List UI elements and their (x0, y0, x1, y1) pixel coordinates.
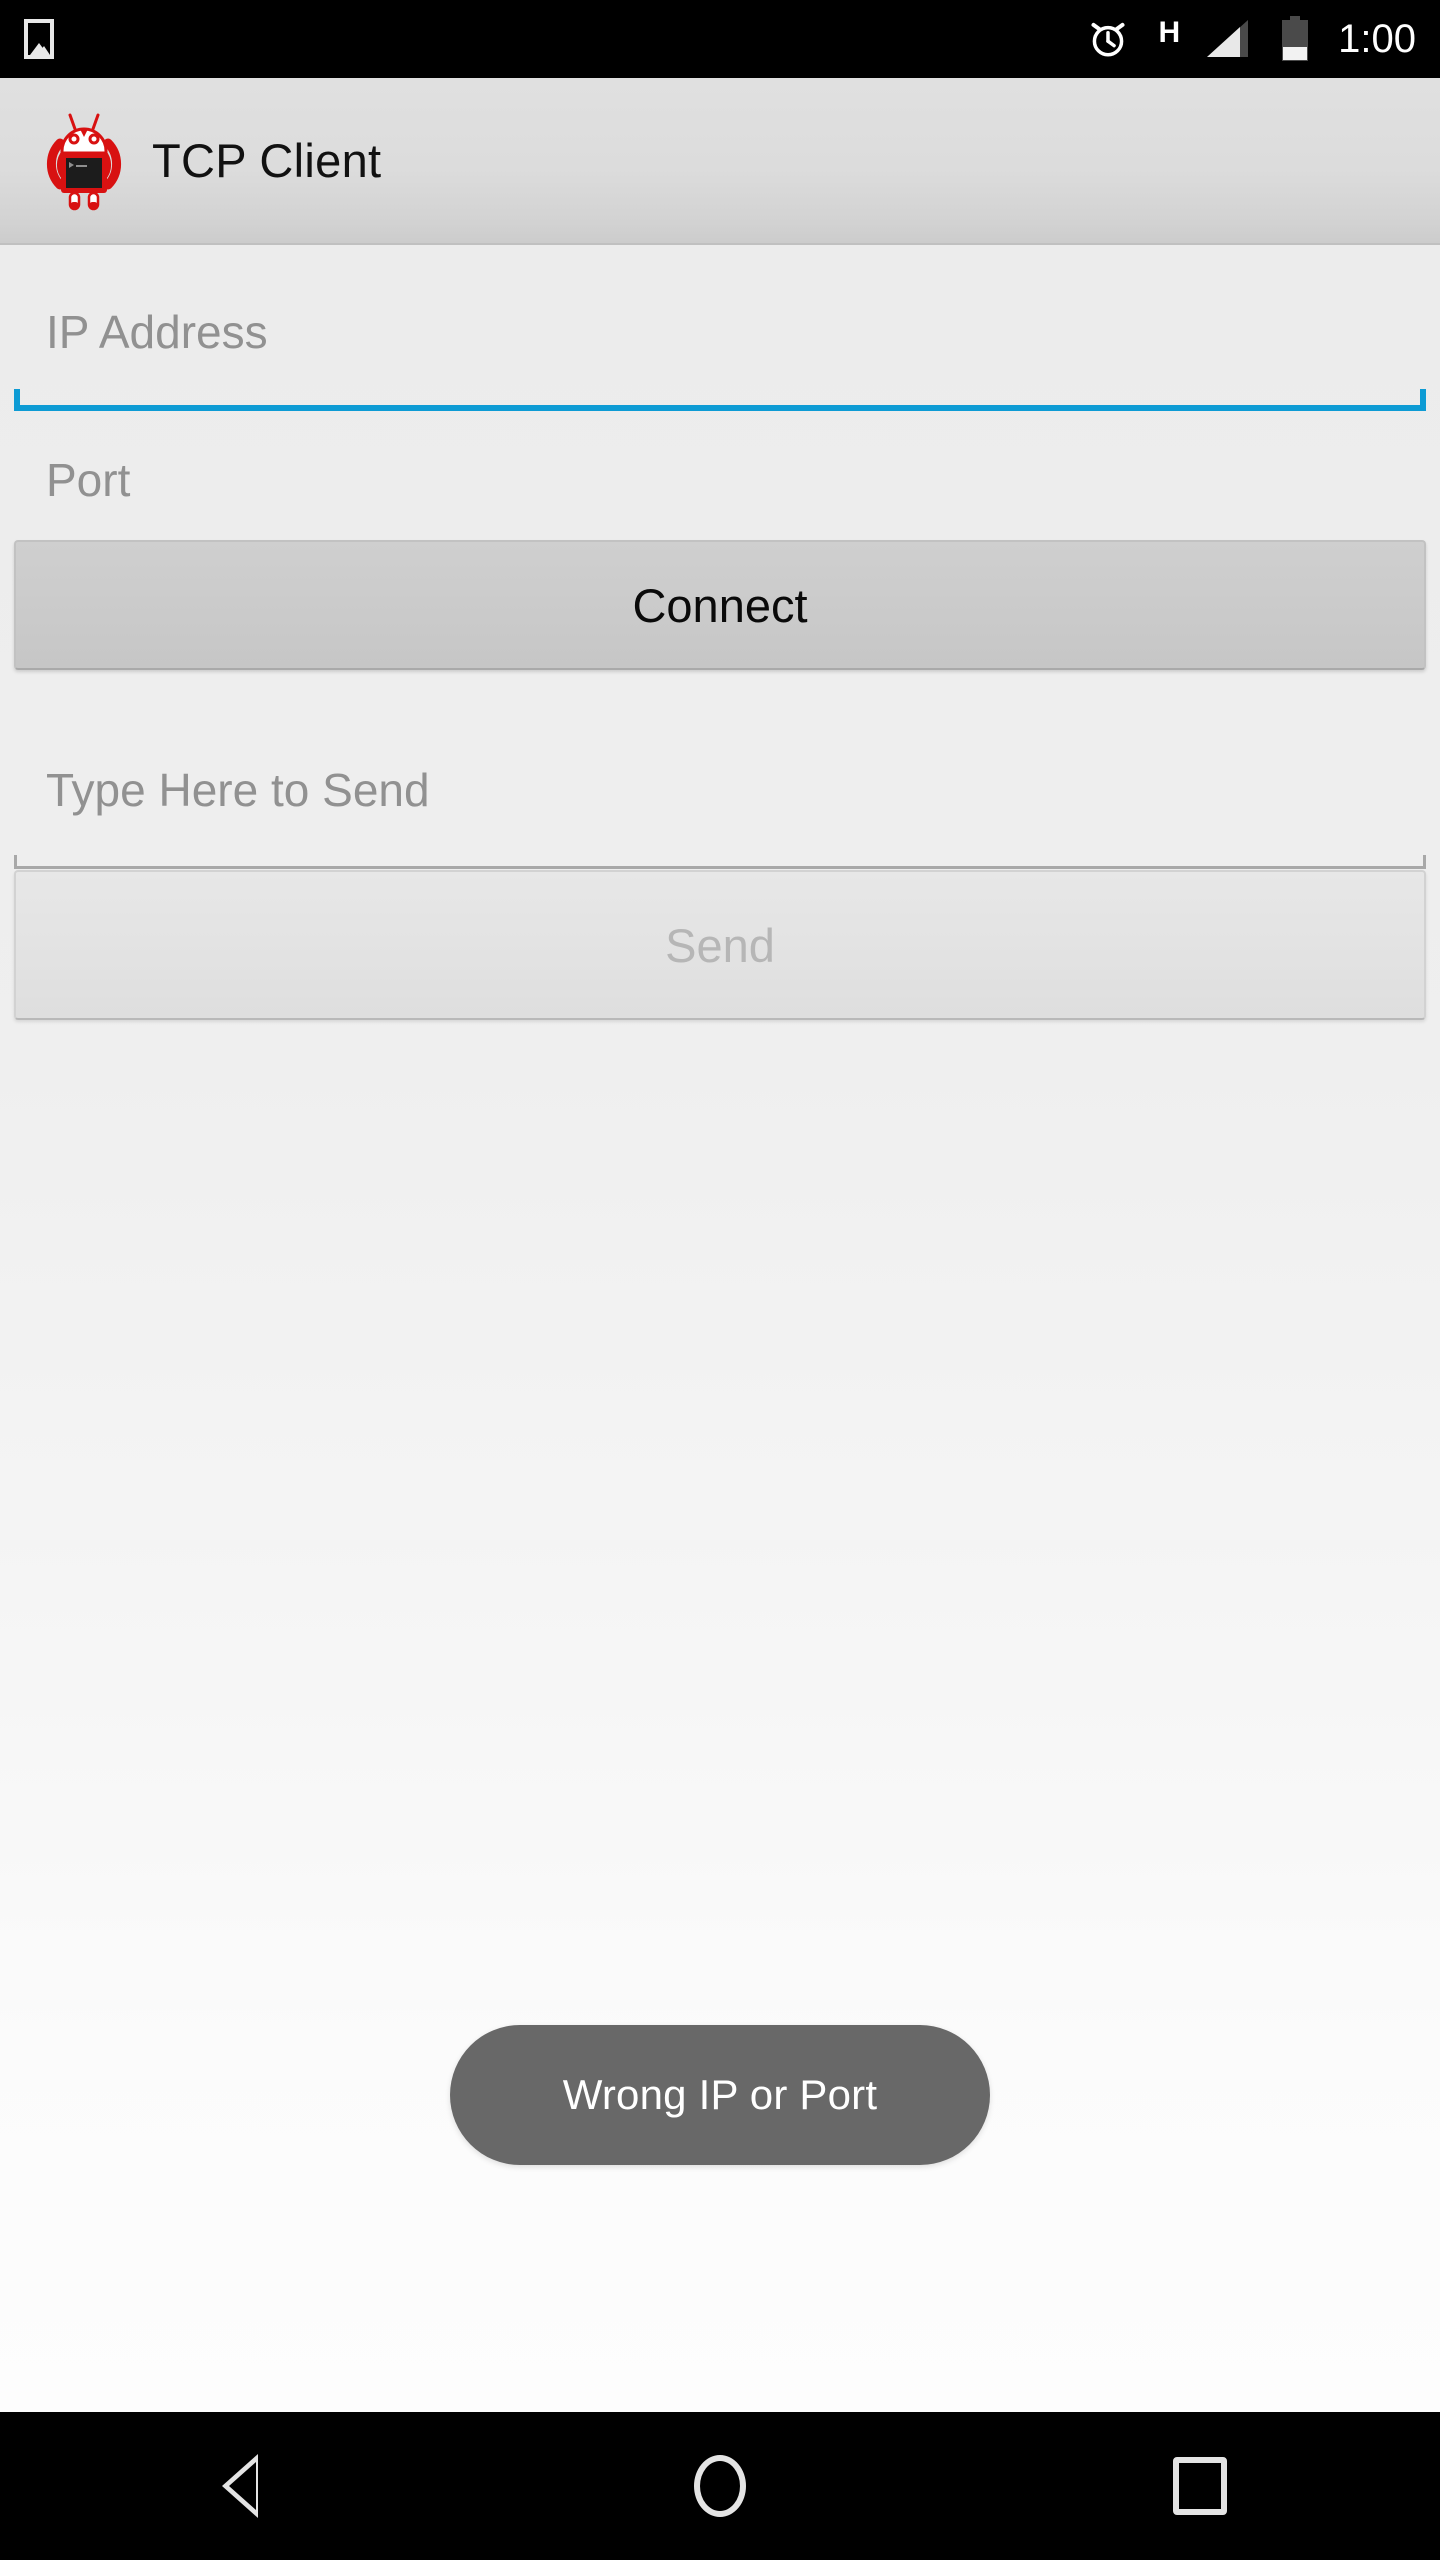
navigation-bar (0, 2412, 1440, 2560)
connect-button-label: Connect (632, 578, 808, 632)
phone-screen: H 1:00 TCP Client IP Address Port Connec… (0, 0, 1440, 2560)
back-icon (222, 2454, 258, 2518)
ip-address-underline-focused (14, 389, 1426, 411)
status-bar-right-icons: H 1:00 (1086, 0, 1416, 78)
message-input[interactable]: Type Here to Send (14, 731, 1426, 869)
message-placeholder: Type Here to Send (46, 764, 430, 816)
network-type-label: H (1158, 16, 1181, 49)
screenshot-icon (24, 19, 54, 59)
home-icon (694, 2455, 746, 2517)
ip-address-placeholder: IP Address (46, 306, 268, 358)
action-bar: TCP Client (0, 78, 1440, 245)
toast-message: Wrong IP or Port (562, 2071, 878, 2118)
status-bar: H 1:00 (0, 0, 1440, 78)
recents-icon (1173, 2457, 1227, 2515)
nav-back-button[interactable] (0, 2412, 480, 2560)
toast-notification: Wrong IP or Port (450, 2025, 990, 2165)
alarm-clock-icon (1086, 17, 1130, 61)
send-button-label: Send (665, 918, 775, 972)
send-button[interactable]: Send (14, 870, 1426, 1020)
status-bar-left-icons (24, 0, 54, 78)
nav-home-button[interactable] (480, 2412, 960, 2560)
signal-bars-icon (1204, 17, 1252, 61)
main-content: IP Address Port Connect Type Here to Sen… (0, 245, 1440, 2412)
battery-low-icon (1278, 16, 1312, 62)
app-title: TCP Client (152, 134, 382, 187)
tcp-client-app-icon (30, 107, 138, 215)
port-placeholder: Port (46, 454, 131, 506)
status-bar-clock: 1:00 (1338, 17, 1416, 61)
nav-recents-button[interactable] (960, 2412, 1440, 2560)
message-underline (14, 855, 1426, 869)
ip-address-input[interactable]: IP Address (14, 273, 1426, 411)
connect-button[interactable]: Connect (14, 540, 1426, 670)
port-input[interactable]: Port (14, 421, 1426, 559)
